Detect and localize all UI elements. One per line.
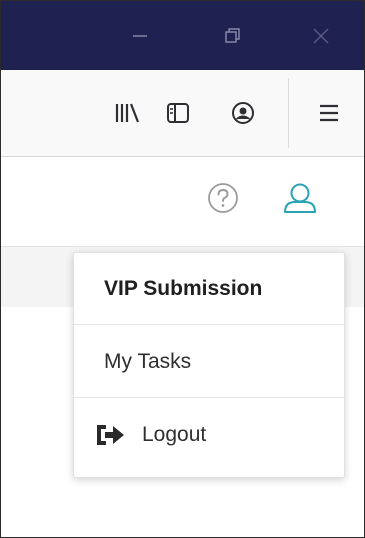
user-menu-title: VIP Submission — [74, 253, 344, 325]
menu-item-label: Logout — [142, 423, 207, 446]
window-titlebar — [1, 1, 364, 70]
restore-icon — [225, 28, 240, 43]
restore-button[interactable] — [217, 21, 247, 51]
hamburger-menu-icon — [320, 104, 338, 122]
library-button[interactable] — [112, 98, 142, 128]
user-menu-button[interactable] — [280, 181, 320, 215]
menu-item-label: My Tasks — [104, 349, 192, 373]
browser-window: VIP Submission My Tasks Logout — [0, 0, 365, 538]
menu-item-my-tasks[interactable]: My Tasks — [74, 326, 344, 398]
close-icon — [313, 28, 329, 44]
browser-toolbar — [1, 70, 364, 157]
account-button[interactable] — [228, 98, 258, 128]
app-menu-button[interactable] — [314, 98, 344, 128]
user-dropdown-menu: VIP Submission My Tasks Logout — [73, 252, 345, 478]
library-icon — [115, 103, 140, 123]
close-button[interactable] — [306, 21, 336, 51]
app-header — [1, 157, 364, 247]
account-icon — [232, 102, 254, 124]
help-icon — [208, 183, 238, 213]
sidebar-button[interactable] — [163, 98, 193, 128]
help-button[interactable] — [206, 181, 240, 215]
minimize-icon — [133, 35, 147, 37]
sidebar-icon — [167, 103, 189, 123]
menu-item-logout[interactable]: Logout — [74, 399, 344, 471]
minimize-button[interactable] — [125, 21, 155, 51]
toolbar-separator — [288, 78, 289, 148]
user-icon — [284, 183, 316, 213]
logout-icon — [94, 423, 126, 447]
